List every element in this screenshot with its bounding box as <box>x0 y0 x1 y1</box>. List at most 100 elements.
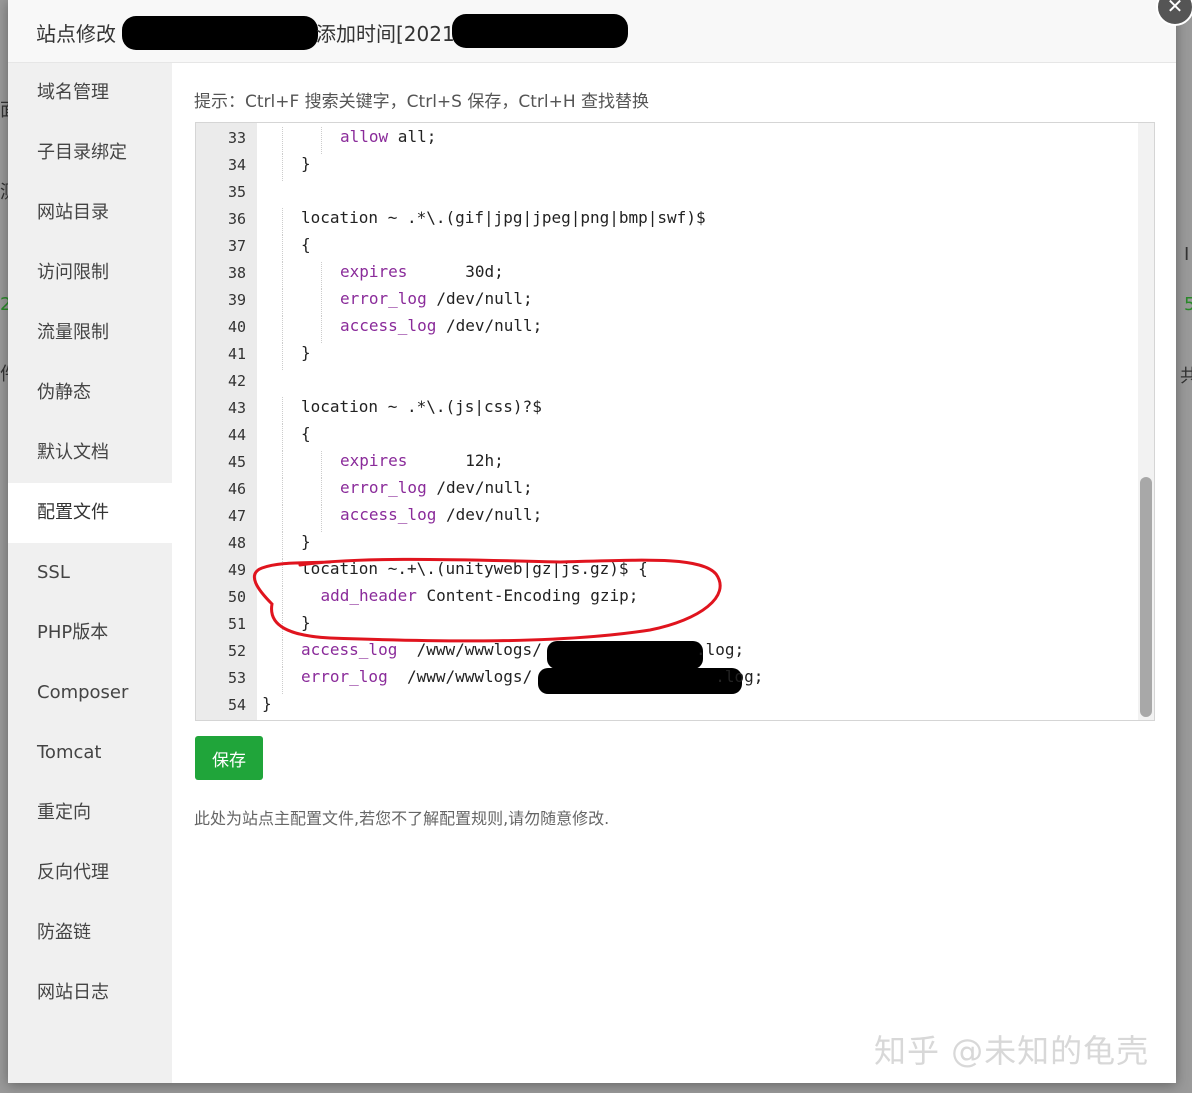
indent-guide <box>321 451 322 478</box>
line-number: 47 <box>227 507 246 525</box>
line-number: 46 <box>227 480 246 498</box>
line-number: 42 <box>227 372 246 390</box>
code-line: expires 12h; <box>340 451 504 470</box>
directive-keyword: expires <box>340 451 408 470</box>
code-line: add_header Content-Encoding gzip; <box>320 586 639 605</box>
indent-guide <box>282 424 283 451</box>
indent-guide <box>282 532 283 559</box>
code-editor[interactable]: 33 34 35 36 37 38 39 40 41 42 43 44 45 46 47 48 49 50 51 52… <box>195 122 1155 721</box>
code-line: } <box>301 532 311 551</box>
code-line: allow all; <box>340 127 437 146</box>
line-number: 39 <box>227 291 246 309</box>
sidebar-item[interactable]: Tomcat <box>8 723 172 783</box>
line-number: 52 <box>227 642 246 660</box>
line-number: 43 <box>227 399 246 417</box>
editor-tip: 提示：Ctrl+F 搜索关键字，Ctrl+S 保存，Ctrl+H 查找替换 <box>194 92 650 112</box>
indent-guide <box>321 262 322 289</box>
sidebar-item[interactable]: Composer <box>8 663 172 723</box>
config-warning-note: 此处为站点主配置文件,若您不了解配置规则,请勿随意修改. <box>194 809 610 828</box>
sidebar-item[interactable]: 重定向 <box>8 783 172 843</box>
sidebar-item[interactable]: 网站日志 <box>8 963 172 1023</box>
indent-guide <box>282 343 283 370</box>
sidebar-item[interactable]: 网站目录 <box>8 183 172 243</box>
sidebar-item[interactable]: 子目录绑定 <box>8 123 172 183</box>
sidebar-item[interactable]: 默认文档 <box>8 423 172 483</box>
redaction <box>452 14 628 48</box>
line-number: 50 <box>227 588 246 606</box>
editor-scrollbar-thumb[interactable] <box>1140 477 1152 717</box>
line-number: 40 <box>227 318 246 336</box>
sidebar-item[interactable]: 访问限制 <box>8 243 172 303</box>
line-number: 45 <box>227 453 246 471</box>
indent-guide <box>321 127 322 154</box>
sidebar-item[interactable]: 配置文件 <box>8 483 172 543</box>
line-number: 48 <box>227 534 246 552</box>
indent-guide <box>282 640 283 667</box>
directive-keyword: expires <box>340 262 408 281</box>
indent-guide <box>282 667 283 694</box>
code-line: access_log /dev/null; <box>340 505 543 524</box>
indent-guide <box>282 559 283 586</box>
sidebar-item[interactable]: SSL <box>8 543 172 603</box>
line-number: 36 <box>227 210 246 228</box>
directive-keyword: access_log <box>340 505 437 524</box>
code-line: access_log /dev/null; <box>340 316 543 335</box>
indent-guide <box>282 208 283 235</box>
sidebar-item[interactable]: PHP版本 <box>8 603 172 663</box>
code-line: expires 30d; <box>340 262 504 281</box>
indent-guide <box>282 451 283 478</box>
sidebar-item[interactable]: 反向代理 <box>8 843 172 903</box>
code-line: } <box>301 154 311 173</box>
indent-guide <box>282 235 283 262</box>
indent-guide <box>282 397 283 424</box>
code-line: { <box>301 424 311 443</box>
directive-keyword: allow <box>340 127 389 146</box>
line-number: 44 <box>227 426 246 444</box>
indent-guide <box>282 316 283 343</box>
indent-guide <box>321 505 322 532</box>
modal-title-added-time: 添加时间[2021 <box>316 22 455 46</box>
editor-scrollbar[interactable] <box>1138 123 1154 720</box>
directive-keyword: error_log <box>340 289 427 308</box>
directive-keyword: error_log <box>340 478 427 497</box>
redaction <box>122 16 318 50</box>
line-number-gutter: 33 34 35 36 37 38 39 40 41 42 43 44 45 46 47 48 49 50 51 52… <box>196 123 257 720</box>
watermark: 知乎 @未知的龟壳 <box>874 1032 1150 1070</box>
code-line: error_log /www/wwwlogs/ .log; <box>301 667 764 686</box>
save-button[interactable]: 保存 <box>195 736 263 780</box>
background-fragment: 共 <box>1180 366 1192 387</box>
background-fragment: 5 <box>1184 294 1192 315</box>
indent-guide <box>282 586 283 613</box>
line-number: 49 <box>227 561 246 579</box>
indent-guide <box>282 289 283 316</box>
line-number: 34 <box>227 156 246 174</box>
sidebar-item[interactable]: 流量限制 <box>8 303 172 363</box>
indent-guide <box>282 262 283 289</box>
directive-keyword: access_log <box>340 316 437 335</box>
code-line: } <box>301 343 311 362</box>
sidebar-item[interactable]: 域名管理 <box>8 63 172 123</box>
directive-keyword: add_header <box>320 586 417 605</box>
modal-title: 站点修改 <box>36 22 116 46</box>
sidebar-item[interactable]: 防盗链 <box>8 903 172 963</box>
modal-header: 站点修改 添加时间[2021 <box>8 0 1176 63</box>
site-edit-modal: 站点修改 添加时间[2021 域名管理 子目录绑定 网站目录 访问限制 流量限制 伪静态默… <box>8 0 1176 1083</box>
indent-guide <box>282 478 283 505</box>
config-file-panel: 提示：Ctrl+F 搜索关键字，Ctrl+S 保存，Ctrl+H 查找替换 33… <box>172 63 1176 1083</box>
indent-guide <box>321 316 322 343</box>
line-number: 35 <box>227 183 246 201</box>
code-line: location ~ .*\.(gif|jpg|jpeg|png|bmp|swf… <box>301 208 706 227</box>
line-number: 51 <box>227 615 246 633</box>
line-number: 54 <box>227 696 246 714</box>
code-line: } <box>262 694 272 713</box>
sidebar-item[interactable]: 伪静态 <box>8 363 172 423</box>
line-number: 53 <box>227 669 246 687</box>
directive-keyword: access_log <box>301 640 398 659</box>
line-number: 38 <box>227 264 246 282</box>
directive-keyword: error_log <box>301 667 388 686</box>
background-fragment: I <box>1184 244 1190 265</box>
indent-guide <box>282 613 283 640</box>
indent-guide <box>321 289 322 316</box>
code-line: location ~ .*\.(js|css)?$ <box>301 397 542 416</box>
code-line: location ~.+\.(unityweb|gz|js.gz)$ { <box>301 559 648 578</box>
